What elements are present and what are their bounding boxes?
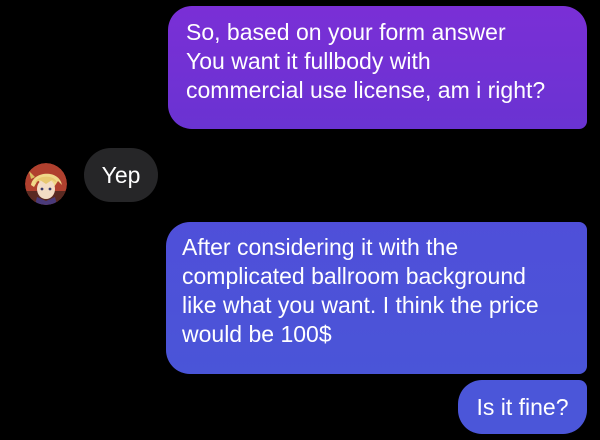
outgoing-message-bubble[interactable]: So, based on your form answer You want i… bbox=[168, 6, 587, 129]
message-text-line: You want it fullbody with bbox=[186, 48, 431, 74]
message-text-line: complicated ballroom background bbox=[182, 263, 526, 289]
message-text-line: Yep bbox=[101, 161, 141, 188]
message-text-line: would be 100$ bbox=[182, 321, 332, 347]
message-text-line: commercial use license, am i right? bbox=[186, 77, 546, 103]
message-text-line: After considering it with the bbox=[182, 234, 459, 260]
avatar-icon bbox=[25, 163, 67, 205]
contact-avatar[interactable] bbox=[25, 163, 67, 205]
incoming-message-bubble[interactable]: Yep bbox=[84, 148, 158, 202]
message-text-line: Is it fine? bbox=[476, 393, 569, 420]
chat-thread: So, based on your form answer You want i… bbox=[0, 0, 600, 440]
message-text-line: like what you want. I think the price bbox=[182, 292, 539, 318]
message-text-line: So, based on your form answer bbox=[186, 19, 506, 45]
outgoing-message-bubble[interactable]: Is it fine? bbox=[458, 380, 587, 434]
outgoing-message-bubble[interactable]: After considering it with the complicate… bbox=[166, 222, 587, 374]
